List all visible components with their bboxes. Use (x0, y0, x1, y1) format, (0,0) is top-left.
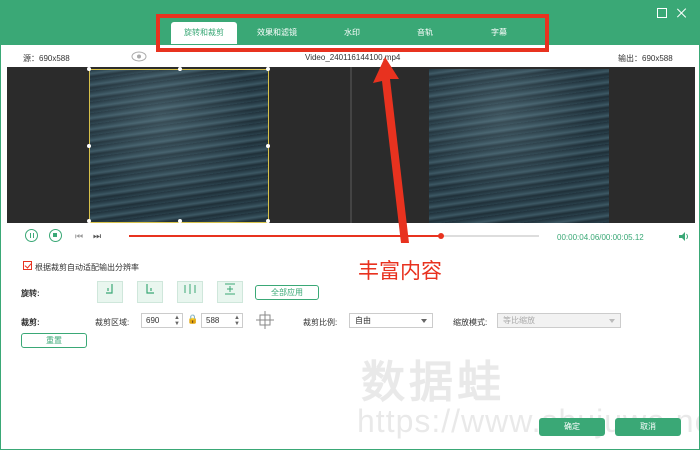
annotation-arrow (373, 57, 409, 243)
output-video-frame (429, 69, 609, 223)
crop-ratio-select[interactable]: 自由 (349, 313, 433, 328)
cancel-button[interactable]: 取消 (615, 418, 681, 436)
chevron-down-icon (609, 319, 615, 323)
crop-handle[interactable] (87, 219, 91, 223)
reset-button[interactable]: 重置 (21, 333, 87, 348)
crop-handle[interactable] (87, 67, 91, 71)
output-resolution: 输出：690x588 (618, 54, 673, 63)
annotation-label: 丰富内容 (358, 259, 442, 283)
crop-ratio-value: 自由 (355, 316, 371, 325)
apply-all-button[interactable]: 全部应用 (255, 285, 319, 300)
progress-track[interactable] (129, 233, 539, 239)
progress-fill (129, 235, 441, 237)
center-crop-icon[interactable] (255, 310, 275, 330)
crop-handle[interactable] (87, 144, 91, 148)
crop-label: 裁剪: (21, 318, 40, 327)
crop-area-label: 裁剪区域: (95, 318, 130, 327)
progress-knob[interactable] (437, 233, 444, 239)
crop-width-value: 690 (146, 316, 160, 325)
playback-bar: ⏮ ⏭ 00:00:04.06/00:00:05.12 (1, 227, 699, 245)
stepper-down-icon[interactable]: ▼ (234, 321, 240, 327)
crop-handle[interactable] (266, 219, 270, 223)
crop-handle[interactable] (178, 219, 182, 223)
previous-frame-icon[interactable]: ⏮ (75, 231, 83, 242)
rotate-left-button[interactable] (97, 281, 123, 303)
close-icon[interactable] (677, 8, 687, 18)
rotate-right-button[interactable] (137, 281, 163, 303)
eye-icon[interactable] (131, 51, 147, 64)
annotation-highlight-box (156, 14, 549, 52)
crop-handle[interactable] (266, 67, 270, 71)
zoom-mode-select: 等比缩放 (497, 313, 621, 328)
zoom-mode-label: 缩放模式: (453, 318, 488, 327)
video-preview (7, 67, 695, 223)
auto-resolution-label: 根据裁剪自动适配输出分辨率 (35, 263, 139, 272)
auto-resolution-checkbox[interactable] (23, 261, 32, 270)
editor-window: 旋转和裁剪 效果和滤镜 水印 音轨 字幕 源：690x588 Video_240… (0, 0, 700, 450)
rotate-label: 旋转: (21, 289, 40, 298)
pause-button[interactable] (25, 229, 38, 242)
crop-handle[interactable] (266, 144, 270, 148)
crop-height-value: 588 (206, 316, 220, 325)
chevron-down-icon (421, 319, 427, 323)
crop-frame[interactable] (87, 67, 270, 223)
pane-divider (350, 67, 352, 223)
crop-width-field[interactable]: 690 ▲ ▼ (141, 313, 183, 328)
watermark-brand: 数据蛙 (361, 358, 505, 407)
rotate-left-icon (106, 284, 113, 294)
ok-button[interactable]: 确定 (539, 418, 605, 436)
zoom-mode-value: 等比缩放 (503, 316, 535, 325)
stepper-down-icon[interactable]: ▼ (174, 321, 180, 327)
crop-height-field[interactable]: 588 ▲ ▼ (201, 313, 243, 328)
crop-handle[interactable] (178, 67, 182, 71)
lock-icon[interactable]: 🔒 (187, 314, 198, 325)
timecode: 00:00:04.06/00:00:05.12 (557, 233, 644, 242)
next-frame-icon[interactable]: ⏭ (93, 231, 101, 242)
flip-horizontal-button[interactable] (177, 281, 203, 303)
info-bar: 源：690x588 Video_240116144100.mp4 输出：690x… (1, 50, 699, 66)
flip-vertical-icon (225, 283, 235, 295)
flip-horizontal-icon (184, 284, 196, 294)
stop-button[interactable] (49, 229, 62, 242)
source-resolution: 源：690x588 (23, 54, 70, 63)
maximize-icon[interactable] (657, 8, 667, 18)
flip-vertical-button[interactable] (217, 281, 243, 303)
volume-icon[interactable] (679, 232, 688, 241)
crop-ratio-label: 裁剪比例: (303, 318, 338, 327)
rotate-right-icon (146, 284, 154, 294)
